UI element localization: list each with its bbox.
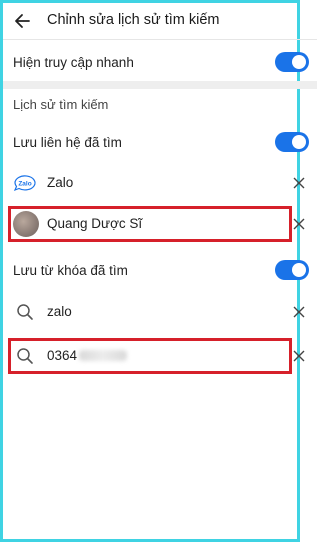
- search-icon: [17, 304, 33, 320]
- toggle-knob: [292, 135, 306, 149]
- toggle-knob: [292, 263, 306, 277]
- save-contacts-row: Lưu liên hệ đã tìm: [3, 124, 317, 160]
- contact-name: Zalo: [47, 175, 74, 190]
- back-arrow-icon[interactable]: [13, 11, 33, 31]
- page-title: Chỉnh sửa lịch sử tìm kiếm: [47, 12, 220, 28]
- highlight-box: [8, 338, 292, 374]
- close-icon[interactable]: [293, 177, 305, 189]
- quick-access-row: Hiện truy cập nhanh: [3, 44, 317, 80]
- save-keywords-row: Lưu từ khóa đã tìm: [3, 252, 317, 288]
- zalo-logo-icon: Zalo: [13, 175, 36, 192]
- save-contacts-toggle[interactable]: [275, 132, 309, 152]
- toggle-knob: [292, 55, 306, 69]
- save-keywords-toggle[interactable]: [275, 260, 309, 280]
- quick-access-toggle[interactable]: [275, 52, 309, 72]
- section-divider: [3, 81, 317, 89]
- keyword-text: zalo: [47, 304, 72, 319]
- svg-text:Zalo: Zalo: [18, 181, 31, 188]
- close-icon[interactable]: [293, 218, 305, 230]
- list-item[interactable]: zalo: [3, 296, 317, 328]
- close-icon[interactable]: [293, 306, 305, 318]
- save-contacts-label: Lưu liên hệ đã tìm: [13, 135, 122, 150]
- quick-access-label: Hiện truy cập nhanh: [13, 55, 134, 70]
- history-section-title: Lịch sử tìm kiếm: [13, 97, 109, 112]
- header: Chỉnh sửa lịch sử tìm kiếm: [3, 3, 317, 40]
- highlight-box: [8, 206, 292, 242]
- close-icon[interactable]: [293, 350, 305, 362]
- save-keywords-label: Lưu từ khóa đã tìm: [13, 263, 128, 278]
- list-item[interactable]: Zalo Zalo: [3, 166, 317, 200]
